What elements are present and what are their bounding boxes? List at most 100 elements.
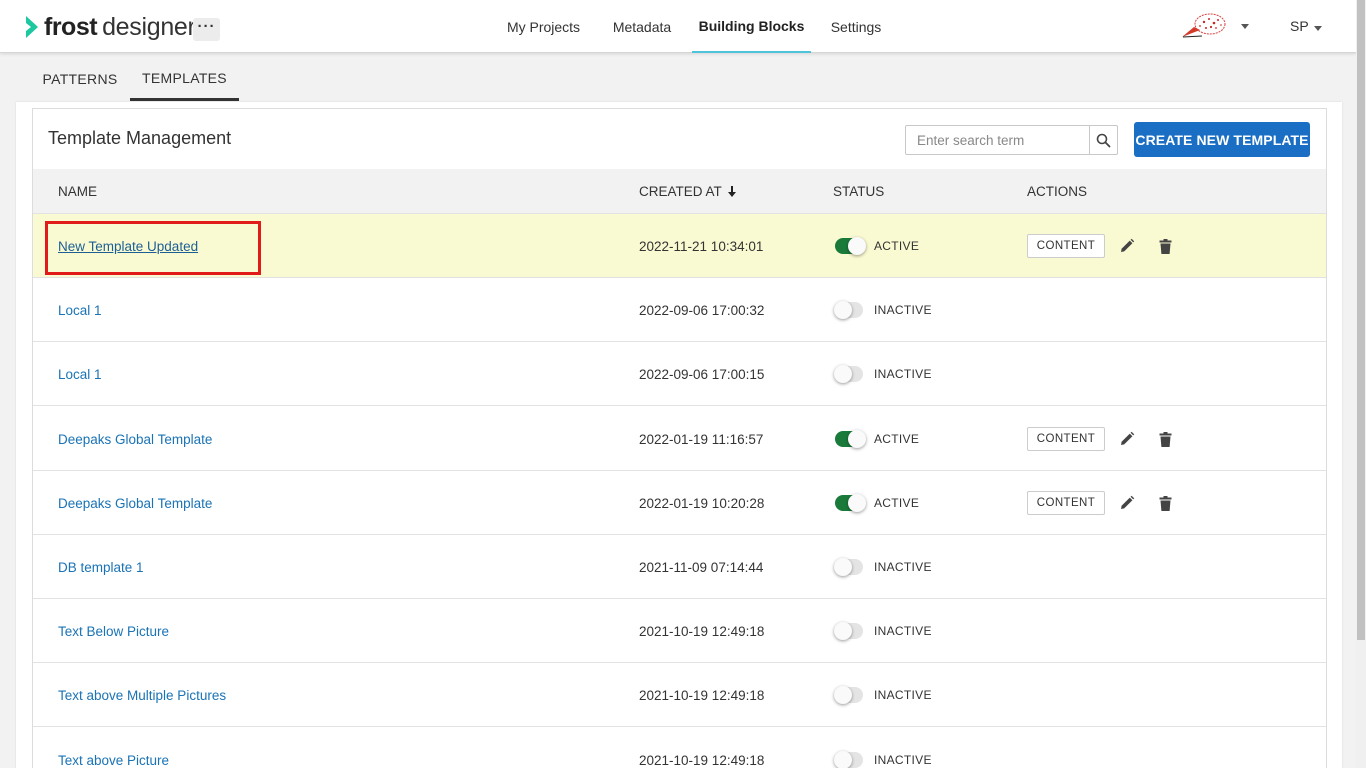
top-navigation-bar: frost designer ··· My Projects Metadata … — [0, 0, 1356, 53]
table-row: Text above Picture 2021-10-19 12:49:18 INA… — [33, 728, 1326, 768]
status-toggle[interactable] — [835, 430, 866, 448]
table-row: DB template 1 2021-11-09 07:14:44 INACTIVE — [33, 535, 1326, 599]
template-name-link[interactable]: Local 1 — [58, 303, 102, 318]
created-at-cell: 2021-10-19 12:49:18 — [639, 752, 765, 768]
status-toggle[interactable] — [834, 301, 863, 319]
status-label: INACTIVE — [874, 688, 932, 702]
status-toggle[interactable] — [835, 494, 866, 512]
trash-icon[interactable] — [1155, 429, 1175, 449]
toggle-knob — [834, 301, 852, 319]
status-cell: INACTIVE — [834, 535, 932, 599]
created-at-cell: 2022-11-21 10:34:01 — [639, 238, 764, 254]
more-options-button[interactable]: ··· — [193, 18, 220, 41]
pencil-icon[interactable] — [1117, 493, 1137, 513]
created-at-cell: 2021-10-19 12:49:18 — [639, 623, 765, 639]
toggle-knob — [834, 558, 852, 576]
status-cell: INACTIVE — [834, 728, 932, 768]
table-row: Text above Multiple Pictures 2021-10-19 1… — [33, 663, 1326, 727]
status-toggle[interactable] — [834, 622, 863, 640]
pencil-icon[interactable] — [1117, 236, 1137, 256]
created-at-cell: 2022-09-06 17:00:15 — [639, 366, 765, 382]
arrow-down-icon — [727, 185, 737, 198]
table-row: Deepaks Global Template 2022-01-19 11:16:… — [33, 407, 1326, 471]
template-name-link[interactable]: New Template Updated — [58, 239, 198, 254]
search-box — [905, 125, 1118, 155]
search-button[interactable] — [1089, 126, 1117, 154]
toggle-knob — [848, 430, 866, 448]
status-toggle[interactable] — [834, 558, 863, 576]
logo-text-light: designer — [102, 12, 196, 41]
search-input[interactable] — [906, 126, 1090, 154]
status-label: ACTIVE — [874, 496, 920, 510]
template-name-cell: Text above Picture — [58, 728, 169, 768]
caret-down-icon[interactable] — [1241, 24, 1249, 29]
status-toggle[interactable] — [834, 686, 863, 704]
template-name-link[interactable]: Deepaks Global Template — [58, 432, 212, 447]
status-label: INACTIVE — [874, 753, 932, 767]
toggle-knob — [848, 494, 866, 512]
table-row: New Template Updated 2022-11-21 10:34:01 A… — [33, 214, 1326, 278]
status-label: INACTIVE — [874, 367, 932, 381]
search-icon — [1096, 133, 1111, 147]
status-cell: ACTIVE — [835, 214, 919, 278]
nav-building-blocks[interactable]: Building Blocks — [692, 0, 811, 53]
template-name-link[interactable]: Local 1 — [58, 367, 102, 382]
template-name-link[interactable]: Text above Picture — [58, 753, 169, 768]
column-header-name[interactable]: NAME — [58, 169, 97, 214]
status-cell: INACTIVE — [834, 663, 932, 727]
nav-metadata[interactable]: Metadata — [600, 0, 684, 53]
content-button[interactable]: CONTENT — [1027, 427, 1105, 451]
status-cell: INACTIVE — [834, 599, 932, 663]
caret-down-icon[interactable] — [1314, 26, 1322, 31]
tab-patterns[interactable]: PATTERNS — [30, 57, 130, 101]
user-menu[interactable]: SP — [1290, 18, 1309, 34]
toggle-knob — [834, 751, 852, 768]
template-name-link[interactable]: Deepaks Global Template — [58, 496, 212, 511]
pencil-icon[interactable] — [1117, 429, 1137, 449]
status-toggle[interactable] — [835, 237, 866, 255]
template-name-cell: New Template Updated — [58, 214, 198, 278]
project-logo-avatar[interactable] — [1180, 10, 1234, 40]
table-header: NAME CREATED AT STATUS ACTIONS — [33, 169, 1326, 214]
template-name-cell: Local 1 — [58, 278, 102, 342]
content-button[interactable]: CONTENT — [1027, 491, 1105, 515]
table-row: Deepaks Global Template 2022-01-19 10:20:… — [33, 471, 1326, 535]
content-button[interactable]: CONTENT — [1027, 234, 1105, 258]
template-name-cell: Deepaks Global Template — [58, 471, 212, 535]
template-name-link[interactable]: Text above Multiple Pictures — [58, 688, 226, 703]
toggle-knob — [834, 686, 852, 704]
trash-icon[interactable] — [1155, 493, 1175, 513]
nav-my-projects[interactable]: My Projects — [496, 0, 591, 53]
status-cell: ACTIVE — [835, 407, 919, 471]
status-label: INACTIVE — [874, 624, 932, 638]
created-at-cell: 2021-10-19 12:49:18 — [639, 687, 765, 703]
column-header-status: STATUS — [833, 184, 885, 199]
status-toggle[interactable] — [834, 365, 863, 383]
template-name-cell: Text Below Picture — [58, 599, 169, 663]
template-name-cell: Deepaks Global Template — [58, 407, 212, 471]
app-logo[interactable]: frost designer — [24, 13, 196, 41]
logo-text-bold: frost — [44, 12, 98, 41]
tab-templates[interactable]: TEMPLATES — [130, 57, 239, 101]
actions-cell: CONTENT — [1027, 214, 1175, 278]
create-new-template-button[interactable]: CREATE NEW TEMPLATE — [1134, 122, 1310, 157]
created-at-cell: 2022-09-06 17:00:32 — [639, 302, 765, 318]
status-cell: INACTIVE — [834, 342, 932, 406]
created-at-cell: 2022-01-19 10:20:28 — [639, 495, 765, 511]
nav-settings[interactable]: Settings — [820, 0, 892, 53]
page-scrollbar-thumb[interactable] — [1357, 0, 1365, 640]
template-name-link[interactable]: DB template 1 — [58, 560, 144, 575]
toggle-knob — [834, 622, 852, 640]
column-header-created-at[interactable]: CREATED AT — [639, 169, 737, 214]
status-cell: INACTIVE — [834, 278, 932, 342]
template-name-cell: DB template 1 — [58, 535, 144, 599]
actions-cell: CONTENT — [1027, 471, 1175, 535]
toggle-knob — [848, 237, 866, 255]
status-toggle[interactable] — [834, 751, 863, 768]
trash-icon[interactable] — [1155, 236, 1175, 256]
status-label: ACTIVE — [874, 239, 920, 253]
created-at-cell: 2022-01-19 11:16:57 — [639, 431, 764, 447]
column-header-actions: ACTIONS — [1027, 184, 1088, 199]
template-name-link[interactable]: Text Below Picture — [58, 624, 169, 639]
template-name-cell: Local 1 — [58, 342, 102, 406]
